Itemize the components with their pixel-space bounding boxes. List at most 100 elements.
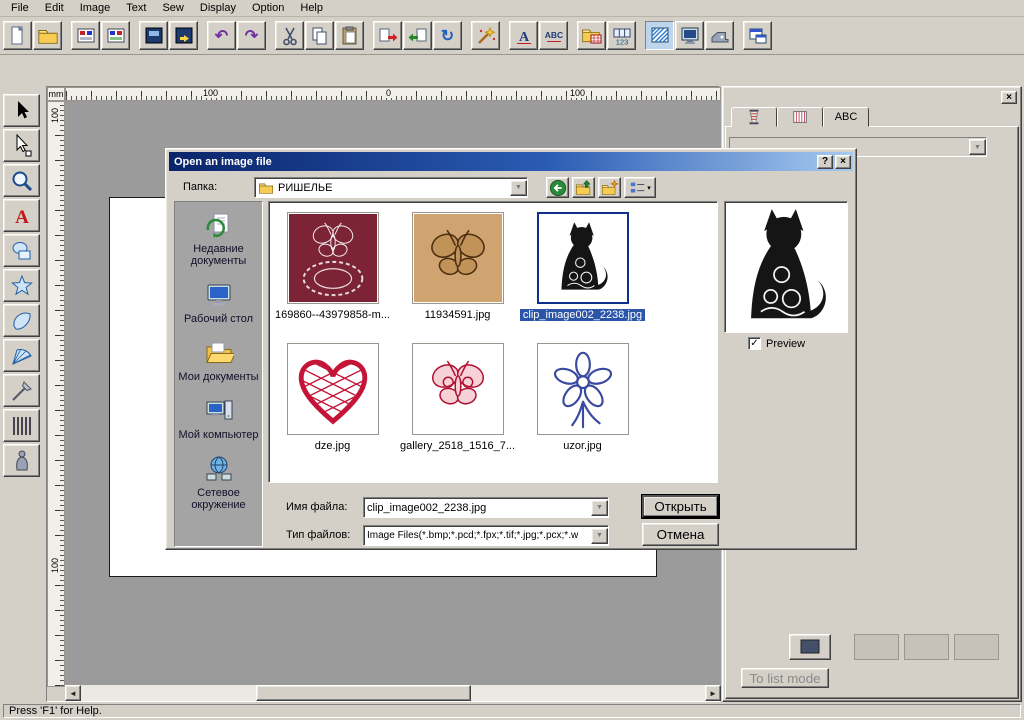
image-export-icon [407, 25, 429, 47]
open-button-label: Открыть [654, 499, 706, 514]
node-edit-tool-button[interactable] [3, 129, 40, 162]
cut-button[interactable] [275, 21, 304, 50]
filename-dropdown-arrow[interactable]: ▼ [591, 500, 608, 516]
refresh-button[interactable]: ↻ [433, 21, 462, 50]
place-network[interactable]: Сетевое окружение [177, 454, 261, 511]
place-my-computer[interactable]: Мой компьютер [177, 396, 261, 441]
display-stitches-button[interactable] [645, 21, 674, 50]
filetype-combobox[interactable]: Image Files(*.bmp;*.pcd;*.fpx;*.tif;*.jp… [363, 525, 609, 546]
figure-tool-button[interactable] [3, 444, 40, 477]
read-card-button[interactable] [71, 21, 100, 50]
panel-placeholder-button[interactable] [854, 634, 899, 660]
export-design-button[interactable] [169, 21, 198, 50]
panel-placeholder-button[interactable] [954, 634, 999, 660]
folder-dropdown-arrow[interactable]: ▼ [510, 180, 527, 196]
write-card-button[interactable] [101, 21, 130, 50]
lettering-button[interactable]: A [509, 21, 538, 50]
panel-placeholder-button[interactable] [904, 634, 949, 660]
design-library-button[interactable] [577, 21, 606, 50]
undo-button[interactable]: ↶ [207, 21, 236, 50]
menu-sew[interactable]: Sew [154, 0, 191, 16]
select-tool-button[interactable] [3, 94, 40, 127]
horizontal-ruler: 100 0 100 [65, 87, 721, 101]
zoom-tool-button[interactable] [3, 164, 40, 197]
dialog-close-button[interactable]: × [835, 155, 851, 169]
panel-image-button[interactable] [789, 634, 831, 660]
sew-simulator-button[interactable] [705, 21, 734, 50]
view-menu-button[interactable]: ▾ [624, 177, 656, 198]
checkbox-box[interactable]: ✓ [748, 337, 761, 350]
fan-tool-button[interactable] [3, 339, 40, 372]
panel-close-button[interactable]: × [1001, 91, 1017, 104]
horizontal-scrollbar[interactable]: ◄ ► [65, 685, 721, 701]
shape-tool-button[interactable] [3, 234, 40, 267]
magnifier-icon [9, 168, 35, 194]
text-tool-button[interactable]: A [3, 199, 40, 232]
tab-thread[interactable] [731, 107, 777, 127]
file-item-selected[interactable]: clip_image002_2238.jpg [533, 212, 632, 321]
paste-button[interactable] [335, 21, 364, 50]
file-item[interactable]: dze.jpg [283, 343, 382, 452]
redo-button[interactable]: ↷ [237, 21, 266, 50]
network-icon [204, 454, 234, 484]
folder-combobox[interactable]: РИШЕЛЬЕ ▼ [254, 177, 528, 198]
dropdown-arrow-icon[interactable]: ▼ [969, 139, 986, 155]
menu-text[interactable]: Text [118, 0, 154, 16]
export-image-button[interactable] [403, 21, 432, 50]
blue-ornament-thumbnail [539, 345, 627, 433]
copy-button[interactable] [305, 21, 334, 50]
window-mode-button[interactable] [743, 21, 772, 50]
new-file-button[interactable] [3, 21, 32, 50]
menu-help[interactable]: Help [292, 0, 331, 16]
scroll-left-button[interactable]: ◄ [65, 685, 81, 701]
star-tool-button[interactable] [3, 269, 40, 302]
back-arrow-icon [549, 179, 567, 197]
open-file-button[interactable] [33, 21, 62, 50]
file-item[interactable]: uzor.jpg [533, 343, 632, 452]
curve-tool-button[interactable] [3, 304, 40, 337]
open-button[interactable]: Открыть [642, 495, 719, 518]
scroll-right-button[interactable]: ► [705, 685, 721, 701]
to-list-mode-button[interactable]: To list mode [741, 668, 829, 688]
display-screen-button[interactable] [675, 21, 704, 50]
up-folder-button[interactable] [572, 177, 595, 198]
cancel-button[interactable]: Отмена [642, 523, 719, 546]
file-item[interactable]: gallery_2518_1516_7... [408, 343, 507, 452]
knife-tool-button[interactable] [3, 374, 40, 407]
menu-option[interactable]: Option [244, 0, 292, 16]
dialog-titlebar[interactable]: Open an image file ? × [169, 152, 853, 171]
status-bar: Press 'F1' for Help. [0, 702, 1024, 720]
file-item[interactable]: 169860--43979858-m... [283, 212, 382, 321]
place-my-documents[interactable]: Мои документы [177, 338, 261, 383]
file-item[interactable]: 11934591.jpg [408, 212, 507, 321]
status-panel: Press 'F1' for Help. [3, 704, 1021, 718]
place-desktop[interactable]: Рабочий стол [177, 280, 261, 325]
back-button[interactable] [546, 177, 569, 198]
import-image-button[interactable] [373, 21, 402, 50]
text-a-icon: A [9, 203, 35, 229]
hatch-tool-button[interactable] [3, 409, 40, 442]
place-recent-documents[interactable]: Недавние документы [177, 210, 261, 267]
save-design-button[interactable] [139, 21, 168, 50]
preview-checkbox[interactable]: ✓ Preview [748, 337, 805, 350]
new-folder-button[interactable] [598, 177, 621, 198]
filename-combobox[interactable]: clip_image002_2238.jpg ▼ [363, 497, 609, 518]
menu-image[interactable]: Image [72, 0, 119, 16]
checkmark-icon: ✓ [750, 338, 758, 349]
menu-display[interactable]: Display [192, 0, 244, 16]
filetype-label: Тип файлов: [286, 529, 350, 541]
monogram-button[interactable]: ABC [539, 21, 568, 50]
tab-fabric[interactable] [777, 107, 823, 127]
stitch-count-button[interactable]: 123 [607, 21, 636, 50]
filetype-dropdown-arrow[interactable]: ▼ [591, 528, 608, 544]
ruler-unit-label: mm [47, 87, 65, 101]
dialog-help-button[interactable]: ? [817, 155, 833, 169]
cat-clipart-thumbnail [539, 214, 627, 302]
wizard-button[interactable] [471, 21, 500, 50]
file-list[interactable]: 169860--43979858-m... 11934591.jpg clip_… [268, 201, 718, 483]
tab-text[interactable]: ABC [823, 107, 869, 127]
menu-file[interactable]: File [3, 0, 37, 16]
menu-edit[interactable]: Edit [37, 0, 72, 16]
scrollbar-track[interactable] [81, 685, 705, 701]
scrollbar-thumb[interactable] [256, 685, 471, 701]
